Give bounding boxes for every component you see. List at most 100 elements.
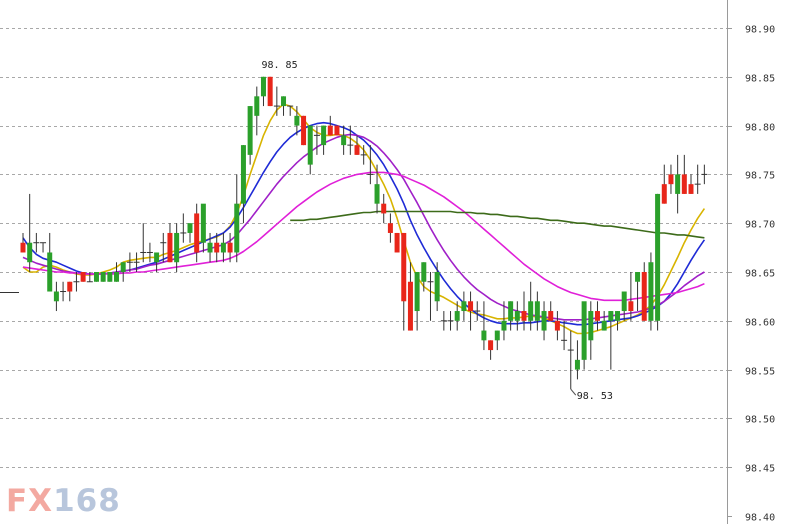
- candle-body: [307, 125, 313, 165]
- candle: [27, 193, 33, 272]
- candle-body: [341, 135, 347, 146]
- candle: [140, 223, 147, 263]
- candle-body: [80, 272, 86, 282]
- candle-body: [521, 311, 527, 321]
- candle: [588, 301, 594, 360]
- candle: [33, 232, 40, 253]
- candle-body: [588, 311, 594, 341]
- candle-body: [321, 125, 327, 146]
- candle: [694, 164, 701, 194]
- candle: [200, 203, 206, 253]
- candle: [321, 125, 327, 155]
- price-chart: 98.90 98.85 98.80 98.75 98.70 98.65 98.60 98.55…: [0, 0, 775, 524]
- candle: [615, 311, 621, 331]
- candle: [440, 311, 447, 331]
- candle: [488, 340, 494, 360]
- candle: [334, 125, 340, 136]
- candle-body: [220, 242, 226, 253]
- candle: [641, 262, 647, 321]
- candle-body: [675, 174, 681, 194]
- candle: [681, 154, 687, 194]
- candle-body: [114, 272, 120, 282]
- candle: [354, 135, 360, 155]
- candle-body: [234, 203, 240, 253]
- candle-body: [635, 272, 641, 282]
- candle-body: [494, 330, 500, 341]
- candle: [220, 232, 226, 263]
- candle-body: [414, 272, 420, 312]
- candle-body: [488, 340, 494, 351]
- candle: [548, 301, 554, 321]
- y-tick-label: 98.70: [745, 220, 775, 231]
- candle-body: [154, 252, 160, 263]
- candle: [594, 301, 600, 331]
- ma-line: [290, 210, 705, 239]
- candle-body: [301, 115, 307, 146]
- candle: [381, 193, 387, 224]
- candle: [668, 164, 674, 194]
- candle: [394, 232, 400, 253]
- candle: [80, 272, 86, 282]
- candle-body: [267, 76, 273, 107]
- candle: [60, 281, 67, 302]
- candle-body: [581, 301, 587, 360]
- candle-body: [167, 232, 173, 263]
- fx168-logo: FX168: [6, 486, 121, 517]
- y-tick-label: 98.45: [745, 464, 775, 475]
- candle-body: [67, 281, 73, 292]
- candle: [701, 164, 708, 185]
- candle: [187, 223, 193, 243]
- candle-body: [27, 242, 33, 263]
- candle: [40, 242, 47, 253]
- candle-body: [501, 320, 507, 331]
- candle-body: [93, 272, 99, 282]
- candle: [655, 193, 661, 331]
- candle: [120, 262, 126, 282]
- y-axis-ticks: 98.90 98.85 98.80 98.75 98.70 98.65 98.60 98.55…: [727, 25, 775, 524]
- candle: [107, 272, 113, 282]
- candle-body: [661, 184, 667, 204]
- candle-body: [387, 223, 393, 233]
- logo-168: 168: [53, 483, 121, 519]
- candle: [554, 311, 560, 341]
- candle: [260, 76, 266, 107]
- candle-body: [107, 272, 113, 282]
- candle-body: [528, 301, 534, 321]
- candle-body: [541, 311, 547, 331]
- candle-body: [481, 330, 487, 341]
- candle-body: [401, 232, 407, 302]
- candle-body: [187, 223, 193, 233]
- candle-body: [655, 193, 661, 321]
- candle-body: [508, 301, 514, 321]
- candle-body: [207, 242, 213, 253]
- candle: [281, 96, 287, 116]
- candle-body: [47, 252, 53, 292]
- candle-body: [20, 242, 26, 253]
- candle: [167, 223, 173, 263]
- candle: [401, 232, 407, 331]
- candle: [447, 311, 454, 331]
- candle: [494, 330, 500, 351]
- candle-body: [648, 262, 654, 321]
- candle: [387, 213, 393, 243]
- low-annotation-leader: [570, 388, 577, 396]
- candle: [581, 301, 587, 370]
- candle: [301, 115, 307, 146]
- candle: [247, 106, 253, 165]
- candle-body: [247, 106, 253, 155]
- candle: [20, 232, 26, 253]
- candle: [541, 301, 547, 341]
- candle-body: [628, 301, 634, 312]
- candle: [327, 115, 333, 136]
- candle: [93, 272, 99, 282]
- candle-body: [434, 272, 440, 302]
- logo-fx: FX: [6, 483, 54, 519]
- candle-body: [407, 281, 413, 331]
- candle: [47, 232, 53, 292]
- candle-body: [53, 291, 59, 302]
- candle: [474, 301, 481, 321]
- candle-body: [120, 262, 126, 272]
- candle: [521, 291, 527, 331]
- candle-body: [681, 174, 687, 194]
- candle: [307, 125, 313, 175]
